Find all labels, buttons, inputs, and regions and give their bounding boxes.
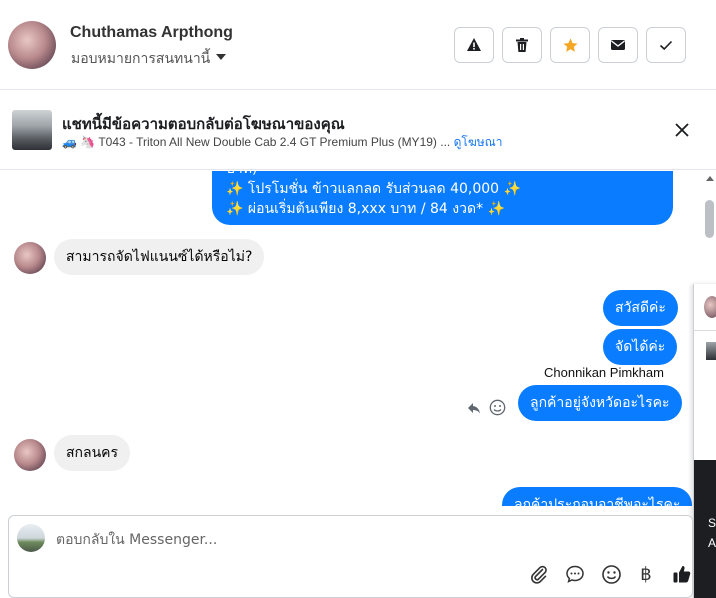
sender-name: Chonnikan Pimkham (544, 365, 664, 380)
message-line: บาท) (226, 171, 659, 179)
payment-button[interactable]: ฿ (634, 562, 658, 586)
contact-name[interactable]: Chuthamas Arpthong (70, 24, 233, 42)
assign-conversation-dropdown[interactable]: มอบหมายการสนทนานี้ (71, 48, 227, 70)
saved-replies-button[interactable] (563, 562, 587, 586)
ad-description: 🚙 🦄 T043 - Triton All New Double Cab 2.4… (62, 135, 451, 149)
side-panel-avatar[interactable] (704, 296, 716, 318)
mark-unread-button[interactable] (598, 27, 638, 63)
star-button[interactable] (550, 27, 590, 63)
envelope-icon (611, 40, 625, 50)
caret-down-icon (216, 54, 227, 60)
header-actions (454, 27, 686, 63)
delete-button[interactable] (502, 27, 542, 63)
mark-done-button[interactable] (646, 27, 686, 63)
thumbs-up-icon (673, 566, 691, 583)
ad-thumbnail[interactable] (12, 110, 52, 150)
reply-input[interactable] (56, 530, 656, 550)
baht-icon: ฿ (640, 563, 652, 585)
ad-reply-banner: แชทนี้มีข้อความตอบกลับต่อโฆษณาของคุณ 🚙 🦄… (0, 90, 716, 170)
attach-button[interactable] (527, 562, 551, 586)
report-spam-button[interactable] (454, 27, 494, 63)
message-bubble-outgoing[interactable]: ลูกค้าอยู่จังหวัดอะไรคะ (518, 385, 682, 421)
chat-bubble-icon (566, 565, 584, 583)
contact-avatar-small (14, 242, 46, 274)
page-avatar (17, 524, 45, 552)
message-bubble-outgoing[interactable]: จัดได้ค่ะ (603, 329, 678, 365)
paperclip-icon (531, 565, 547, 584)
scroll-up-arrow[interactable] (706, 176, 714, 181)
message-bubble-outgoing[interactable]: บาท) ✨ โปรโมชั่น ข้าวแลกลด รับส่วนลด 40,… (212, 171, 673, 225)
message-bubble-outgoing[interactable]: สวัสดีค่ะ (603, 290, 678, 326)
react-emoji-icon[interactable] (489, 399, 506, 416)
view-ad-link[interactable]: ดูโฆษณา (454, 135, 503, 149)
assign-label: มอบหมายการสนทนานี้ (71, 51, 211, 67)
close-icon[interactable] (672, 120, 692, 140)
reply-composer (8, 515, 693, 598)
message-bubble-outgoing[interactable]: ลูกค้าประกอบอาชีพอะไรคะ (502, 487, 693, 506)
smiley-icon (601, 564, 621, 584)
warning-icon (467, 38, 481, 51)
ad-banner-subtitle: 🚙 🦄 T043 - Triton All New Double Cab 2.4… (62, 133, 503, 152)
message-bubble-incoming[interactable]: สกลนคร (54, 435, 131, 471)
side-panel-text: A (708, 536, 716, 550)
like-button[interactable] (670, 562, 694, 586)
side-panel-thumbnail[interactable] (706, 342, 716, 360)
message-bubble-incoming[interactable]: สามารถจัดไฟแนนซ์ได้หรือไม่? (54, 239, 265, 275)
side-panel-text: S (708, 516, 716, 530)
trash-icon (516, 38, 528, 52)
scrollbar-thumb[interactable] (705, 200, 714, 238)
conversation-header: Chuthamas Arpthong มอบหมายการสนทนานี้ (0, 0, 716, 90)
reply-icon[interactable] (466, 400, 482, 416)
message-thread[interactable]: บาท) ✨ โปรโมชั่น ข้าวแลกลด รับส่วนลด 40,… (0, 171, 700, 506)
check-icon (659, 40, 673, 51)
message-line: ✨ โปรโมชั่น ข้าวแลกลด รับส่วนลด 40,000 ✨ (226, 181, 521, 197)
message-line: ✨ ผ่อนเริ่มต้นเพียง 8,xxx บาท / 84 งวด* … (226, 201, 505, 217)
star-icon (562, 37, 578, 52)
contact-avatar-small (14, 439, 46, 471)
emoji-button[interactable] (599, 562, 623, 586)
side-panel-divider (694, 330, 716, 331)
contact-avatar[interactable] (8, 21, 56, 69)
